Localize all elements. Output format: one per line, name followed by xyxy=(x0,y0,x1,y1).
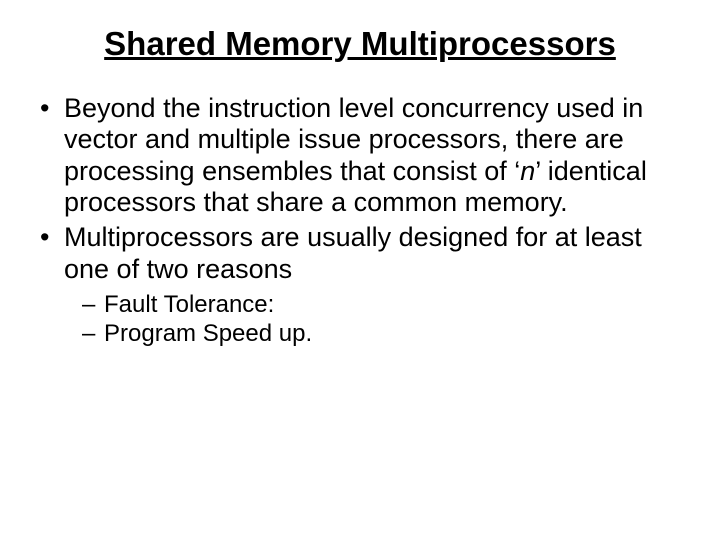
list-item: Beyond the instruction level concurrency… xyxy=(36,93,690,218)
sub-list: Fault Tolerance: Program Speed up. xyxy=(82,291,690,349)
sub-list-item: Fault Tolerance: xyxy=(82,291,690,320)
bullet-text: Multiprocessors are usually designed for… xyxy=(64,222,642,283)
bullet-text-em: n xyxy=(520,156,535,186)
slide: Shared Memory Multiprocessors Beyond the… xyxy=(0,0,720,540)
list-item: Multiprocessors are usually designed for… xyxy=(36,222,690,348)
bullet-list: Beyond the instruction level concurrency… xyxy=(36,93,690,348)
sub-list-item: Program Speed up. xyxy=(82,320,690,349)
slide-title: Shared Memory Multiprocessors xyxy=(30,25,690,63)
